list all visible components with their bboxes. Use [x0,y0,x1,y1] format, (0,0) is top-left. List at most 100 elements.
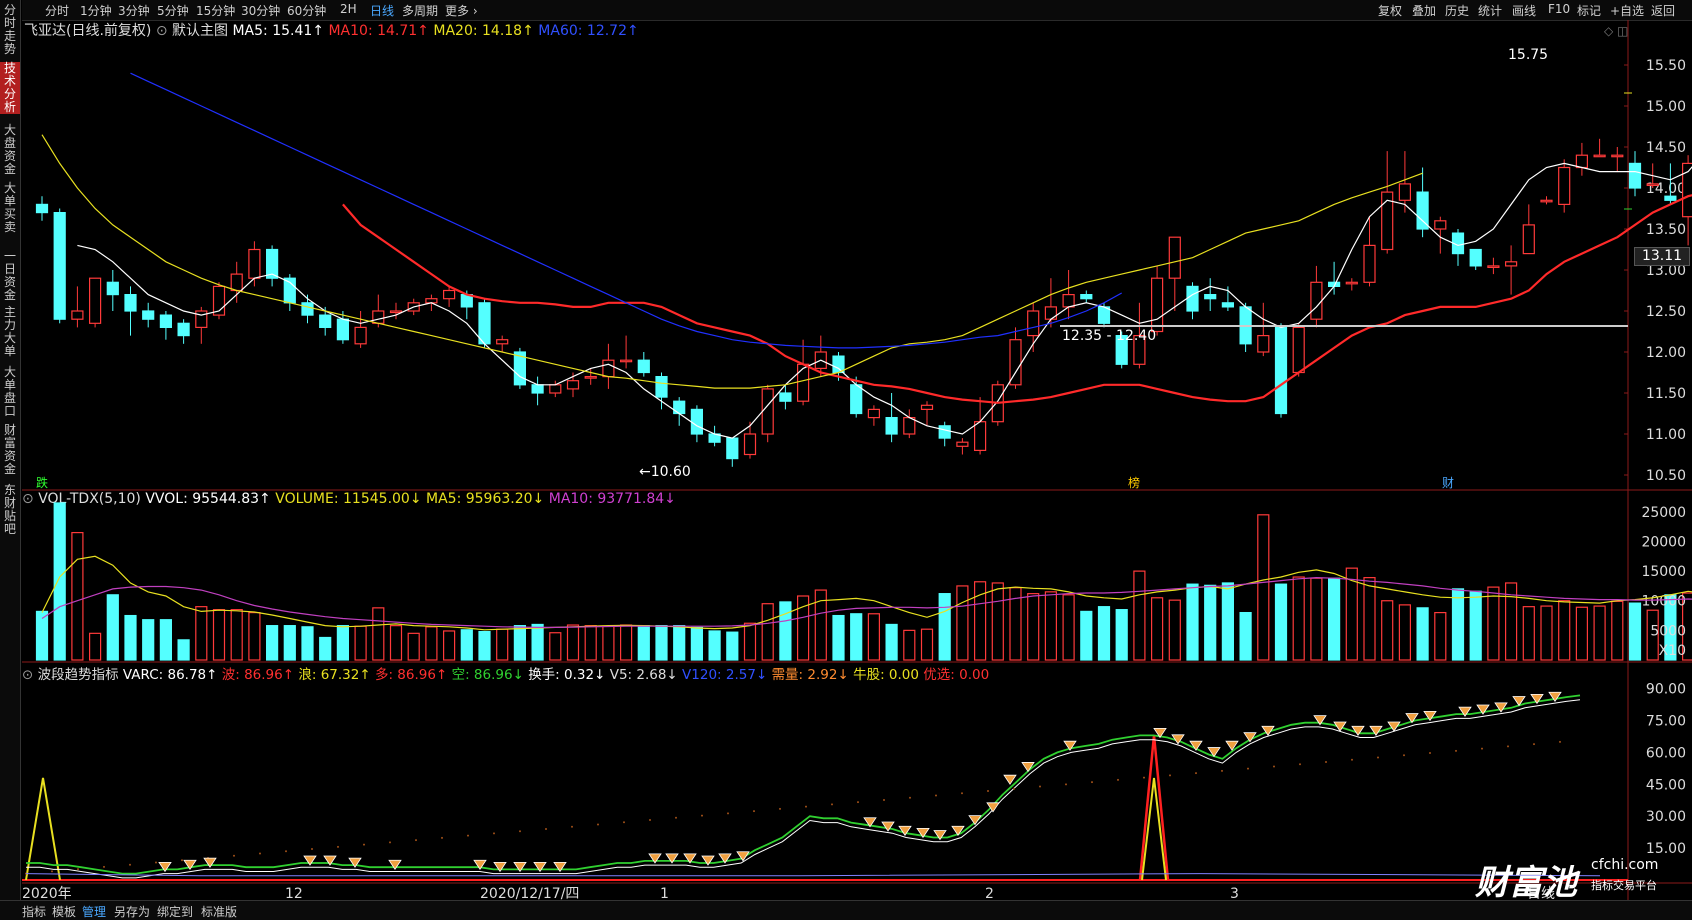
candle-body [796,363,810,402]
wave-dot [1299,763,1301,766]
high-label: 15.75 [1508,47,1548,63]
wave-dot [467,834,469,837]
wave-dot [1221,769,1223,772]
volume-bar [1027,593,1040,661]
candle-body [1027,310,1040,337]
volume-bar [1274,583,1288,661]
candle-body [566,380,580,390]
candle-body [938,425,951,439]
volume-bar [1186,583,1199,661]
volume-bar [142,619,155,661]
candle-body [1310,281,1323,320]
kline-chart[interactable]: 15.5015.0014.5014.0013.5013.0012.5012.00… [0,0,1692,919]
candle-body [336,318,349,341]
volume-bar [743,622,757,661]
volume-bar [850,613,863,661]
candle-body [1363,244,1376,283]
volume-bar [354,625,367,661]
candle-body [655,376,668,398]
price-tick: 11.50 [1646,386,1686,402]
candle-body [71,310,84,320]
wave-dot [519,830,521,833]
volume-bar [336,625,349,661]
volume-bar [566,624,580,661]
candle-body [1664,195,1677,201]
price-tick: 14.50 [1646,140,1686,156]
wave-dot [493,832,495,835]
wave-diamond-marker [951,825,965,836]
volume-bar [761,603,774,661]
wave-dot [181,859,183,862]
wave-dot [259,852,261,855]
volume-bar [1133,570,1146,661]
volume-bar [1522,606,1535,661]
volume-bar [531,623,544,661]
candle-body [389,310,403,314]
low-label: ←10.60 [639,464,691,480]
candle-body [1345,281,1358,285]
candle-body [1292,326,1305,374]
volume-bar [1451,588,1465,661]
volume-bar [1168,599,1181,661]
volume-bar [637,625,650,661]
wave-dot [779,807,781,810]
candle-body [1168,236,1181,279]
volume-bar [1221,582,1235,661]
candle-body [726,437,739,460]
wave-white-line [26,699,1581,879]
wave-dot [883,798,885,801]
ma5-line [77,162,1692,439]
volume-bar [1434,611,1447,661]
volume-bar [195,606,208,661]
volume-bar [549,632,562,661]
wave-dot [1507,745,1509,748]
candle-body [177,322,190,337]
current-price-box: 13.11 [1634,247,1690,266]
wave-dot [727,812,729,815]
volume-bar [319,636,332,661]
wave-dot [1091,781,1093,784]
volume-bar [71,531,84,661]
wave-diamond-marker [1189,740,1203,751]
volume-bar [690,626,704,661]
candle-body [1611,154,1624,158]
wave-dot [103,865,105,868]
candle-body [549,384,562,394]
candle-body [1204,294,1217,300]
wave-dot [909,796,911,799]
watermark-brand: 财富池 [1475,863,1577,903]
candle-body [372,310,385,324]
price-tick: 15.50 [1646,58,1686,74]
candle-body [1416,191,1429,230]
wave-dot [1117,778,1119,781]
mark-bang: 榜 [1128,475,1140,490]
volume-bar [956,585,969,661]
volume-bar [1310,577,1323,661]
wave-dot [1195,772,1197,775]
volume-bar [903,629,916,661]
wave-dot [1533,743,1535,746]
volume-bar [655,625,668,661]
ma60-line [130,72,1122,349]
volume-bar [88,632,102,661]
price-tick: 15.00 [1646,99,1686,115]
wave-dot [675,816,677,819]
wave-dot [1351,758,1353,761]
candle-body [832,355,845,374]
volume-bar [1097,606,1111,661]
wave-dot [1325,760,1327,763]
range-label: 12.35 - 12.40 [1062,328,1156,344]
candle-body [230,273,243,292]
volume-bar [1593,605,1606,661]
wave-dot [1273,765,1275,768]
candle-body [1434,220,1447,230]
volume-bar [832,614,845,661]
volume-bar [885,623,898,661]
volume-bar [1292,576,1305,661]
volume-bar [1327,577,1341,661]
volume-bar [779,601,792,661]
candle-body [885,417,898,435]
volume-bar [496,628,509,661]
wave-dot [805,805,807,808]
date-label: 3 [1230,886,1239,902]
